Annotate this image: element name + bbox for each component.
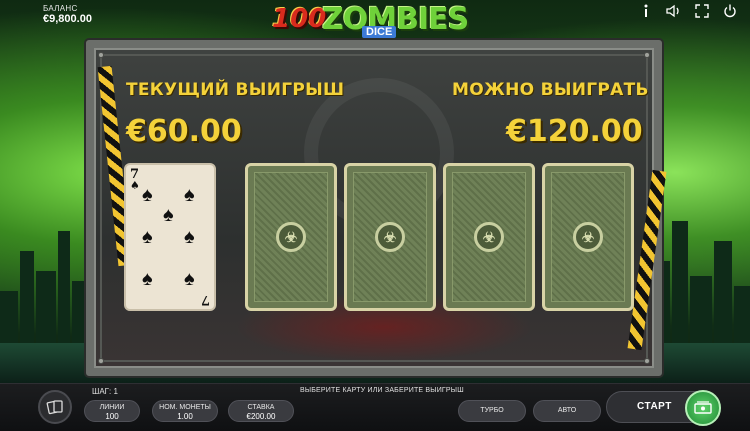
spade-pip: ♠ (142, 184, 153, 206)
bet-selector[interactable]: СТАВКА €200.00 (228, 400, 294, 422)
hidden-card[interactable]: ☣ (542, 163, 634, 311)
biohazard-emblem-icon: ☣ (474, 222, 504, 252)
revealed-card: 7 ♠ ♠ ♠ ♠ ♠ ♠ ♠ ♠ 7 (124, 163, 216, 311)
card-suit-top: ♠ (130, 179, 140, 192)
bet-value: €200.00 (246, 412, 276, 421)
coin-label: НОМ. МОНЕТЫ (159, 404, 211, 411)
spade-pip: ♠ (142, 226, 153, 248)
game-logo: 100 ZOMBIES DICE (272, 2, 482, 42)
rivet (98, 358, 104, 364)
start-label: СТАРТ (637, 401, 672, 412)
card-rank-bottom: 7 (200, 292, 210, 307)
step-indicator: ШАГ: 1 (92, 387, 118, 396)
paytable-button[interactable] (38, 390, 72, 424)
rivet (98, 52, 104, 58)
top-icon-bar (638, 3, 738, 19)
collect-money-icon[interactable] (685, 390, 721, 426)
power-icon[interactable] (722, 3, 738, 19)
cards-icon (46, 400, 63, 415)
hidden-card[interactable]: ☣ (344, 163, 436, 311)
current-win-value: €60.00 (126, 114, 242, 149)
rivet (644, 52, 650, 58)
hidden-card[interactable]: ☣ (443, 163, 535, 311)
spade-pip: ♠ (163, 204, 174, 226)
possible-win-label: МОЖНО ВЫИГРАТЬ (452, 80, 649, 100)
auto-button[interactable]: АВТО (533, 400, 601, 422)
start-button[interactable]: СТАРТ (606, 390, 721, 426)
bet-label: СТАВКА (247, 404, 275, 411)
spade-pip: ♠ (184, 226, 195, 248)
biohazard-emblem-icon: ☣ (375, 222, 405, 252)
info-icon[interactable] (638, 3, 654, 19)
hidden-card[interactable]: ☣ (245, 163, 337, 311)
rivet (644, 358, 650, 364)
lines-label: ЛИНИИ (99, 404, 125, 411)
coin-value: 1.00 (177, 412, 193, 421)
balance-value: €9,800.00 (43, 13, 92, 25)
lines-selector[interactable]: ЛИНИИ 100 (84, 400, 140, 422)
spade-pip: ♠ (184, 184, 195, 206)
turbo-button[interactable]: ТУРБО (458, 400, 526, 422)
spade-pip: ♠ (184, 268, 195, 290)
current-win-label: ТЕКУЩИЙ ВЫИГРЫШ (126, 80, 345, 100)
logo-sub: DICE (362, 26, 397, 38)
spade-pip: ♠ (142, 268, 153, 290)
biohazard-emblem-icon: ☣ (276, 222, 306, 252)
balance-display: БАЛАНС €9,800.00 (43, 3, 92, 25)
lines-value: 100 (105, 412, 119, 421)
sound-icon[interactable] (666, 3, 682, 19)
biohazard-emblem-icon: ☣ (573, 222, 603, 252)
logo-number: 100 (272, 4, 327, 34)
fullscreen-icon[interactable] (694, 3, 710, 19)
possible-win-value: €120.00 (506, 114, 643, 149)
hint-text: ВЫБЕРИТЕ КАРТУ ИЛИ ЗАБЕРИТЕ ВЫИГРЫШ (300, 387, 464, 394)
coin-value-selector[interactable]: НОМ. МОНЕТЫ 1.00 (152, 400, 218, 422)
